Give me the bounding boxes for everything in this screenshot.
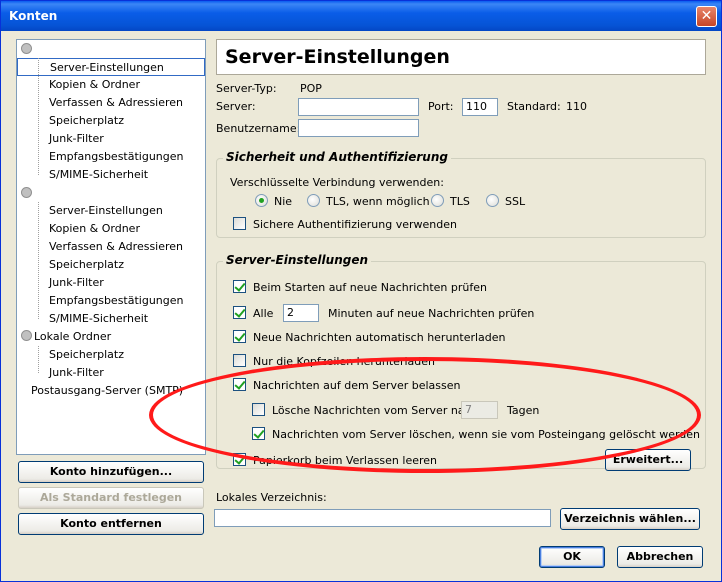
close-button[interactable]: ✕	[696, 6, 717, 27]
check-on-start-checkbox[interactable]	[233, 280, 246, 293]
standard-port-value: 110	[566, 100, 587, 113]
check-interval-input[interactable]: 2	[283, 304, 319, 322]
delete-when-deleted-checkbox[interactable]	[252, 427, 265, 440]
check-every-checkbox[interactable]	[233, 306, 246, 319]
close-icon: ✕	[700, 8, 713, 24]
tree-item-server-settings-1[interactable]: Server-Einstellungen	[17, 58, 205, 76]
advanced-button[interactable]: Erweitert...	[605, 449, 691, 471]
delete-after-days-unit: Tagen	[507, 404, 540, 417]
encrypted-connection-label: Verschlüsselte Verbindung verwenden:	[230, 176, 444, 189]
radio-tls[interactable]	[431, 194, 444, 207]
title-bar: Konten ✕	[1, 1, 721, 31]
radio-ssl-label[interactable]: SSL	[505, 195, 525, 208]
account-tree[interactable]: Server-Einstellungen Kopien & Ordner Ver…	[16, 39, 206, 455]
tree-item-receipts-2[interactable]: Empfangsbestätigungen	[49, 292, 184, 310]
port-label: Port:	[428, 100, 454, 113]
tree-item-junk-filter-1[interactable]: Junk-Filter	[49, 130, 104, 148]
leave-on-server-checkbox[interactable]	[233, 378, 246, 391]
tree-item-composition-1[interactable]: Verfassen & Adressieren	[49, 94, 183, 112]
headers-only-label[interactable]: Nur die Kopfzeilen herunterladen	[253, 355, 435, 368]
tree-item-disk-space-1[interactable]: Speicherplatz	[49, 112, 124, 130]
local-folders-icon	[21, 330, 32, 341]
server-type-label: Server-Typ:	[216, 82, 277, 95]
empty-trash-label[interactable]: Papierkorb beim Verlassen leeren	[253, 454, 437, 467]
radio-never-label[interactable]: Nie	[274, 195, 292, 208]
delete-after-days-label[interactable]: Lösche Nachrichten vom Server nach	[272, 404, 478, 417]
window-title: Konten	[9, 9, 58, 23]
cancel-button[interactable]: Abbrechen	[617, 546, 703, 568]
empty-trash-checkbox[interactable]	[233, 453, 246, 466]
tree-account-2[interactable]	[19, 185, 34, 203]
radio-tls-if-available-label[interactable]: TLS, wenn möglich	[326, 195, 430, 208]
secure-auth-label[interactable]: Sichere Authentifizierung verwenden	[253, 218, 457, 231]
port-input[interactable]: 110	[462, 98, 498, 116]
tree-item-copies-folders-1[interactable]: Kopien & Ordner	[49, 76, 140, 94]
tree-item-junk-filter-2[interactable]: Junk-Filter	[49, 274, 104, 292]
tree-connector	[38, 346, 39, 373]
tree-connector	[38, 202, 39, 319]
tree-item-local-junk-filter[interactable]: Junk-Filter	[49, 364, 104, 382]
tree-account-1[interactable]	[19, 41, 34, 59]
set-default-button: Als Standard festlegen	[18, 487, 204, 509]
standard-label: Standard:	[507, 100, 561, 113]
auto-download-checkbox[interactable]	[233, 330, 246, 343]
ok-button[interactable]: OK	[539, 546, 605, 568]
local-directory-input[interactable]	[214, 509, 551, 527]
auto-download-label[interactable]: Neue Nachrichten automatisch herunterlad…	[253, 331, 506, 344]
security-group-title: Sicherheit und Authentifizierung	[223, 150, 451, 164]
username-label: Benutzername:	[216, 122, 301, 135]
tree-item-smime-1[interactable]: S/MIME-Sicherheit	[49, 166, 148, 184]
leave-on-server-label[interactable]: Nachrichten auf dem Server belassen	[253, 379, 461, 392]
headers-only-checkbox[interactable]	[233, 354, 246, 367]
add-account-button[interactable]: Konto hinzufügen...	[18, 461, 204, 483]
delete-after-days-checkbox[interactable]	[252, 403, 265, 416]
check-on-start-label[interactable]: Beim Starten auf neue Nachrichten prüfen	[253, 281, 487, 294]
tree-local-folders[interactable]: Lokale Ordner	[19, 328, 111, 346]
tree-item-disk-space-2[interactable]: Speicherplatz	[49, 256, 124, 274]
tree-item-copies-folders-2[interactable]: Kopien & Ordner	[49, 220, 140, 238]
dialog-body: Server-Einstellungen Kopien & Ordner Ver…	[4, 31, 718, 579]
account-icon	[21, 187, 32, 198]
radio-ssl[interactable]	[486, 194, 499, 207]
page-title: Server-Einstellungen	[216, 39, 706, 75]
tree-smtp-server[interactable]: Postausgang-Server (SMTP)	[31, 382, 183, 400]
local-directory-label: Lokales Verzeichnis:	[216, 491, 327, 504]
account-icon	[21, 43, 32, 54]
radio-tls-if-available[interactable]	[307, 194, 320, 207]
accounts-dialog: Konten ✕ Server-Einstellungen Kopien & O…	[0, 0, 722, 582]
tree-item-receipts-1[interactable]: Empfangsbestätigungen	[49, 148, 184, 166]
delete-after-days-input: 7	[461, 401, 498, 419]
secure-auth-checkbox[interactable]	[233, 217, 246, 230]
delete-when-deleted-label[interactable]: Nachrichten vom Server löschen, wenn sie…	[272, 428, 700, 441]
server-type-value: POP	[300, 82, 322, 95]
remove-account-button[interactable]: Konto entfernen	[18, 513, 204, 535]
tree-item-composition-2[interactable]: Verfassen & Adressieren	[49, 238, 183, 256]
tree-item-local-disk-space[interactable]: Speicherplatz	[49, 346, 124, 364]
server-label: Server:	[216, 100, 256, 113]
username-input[interactable]	[298, 119, 419, 137]
check-every-label[interactable]: Alle	[253, 307, 273, 320]
radio-never[interactable]	[255, 194, 268, 207]
server-input[interactable]	[298, 98, 419, 116]
radio-tls-label[interactable]: TLS	[450, 195, 470, 208]
server-settings-group-title: Server-Einstellungen	[223, 253, 372, 267]
check-every-suffix: Minuten auf neue Nachrichten prüfen	[328, 307, 535, 320]
tree-connector	[38, 58, 39, 175]
tree-item-server-settings-2[interactable]: Server-Einstellungen	[49, 202, 163, 220]
tree-item-smime-2[interactable]: S/MIME-Sicherheit	[49, 310, 148, 328]
choose-directory-button[interactable]: Verzeichnis wählen...	[560, 508, 700, 530]
